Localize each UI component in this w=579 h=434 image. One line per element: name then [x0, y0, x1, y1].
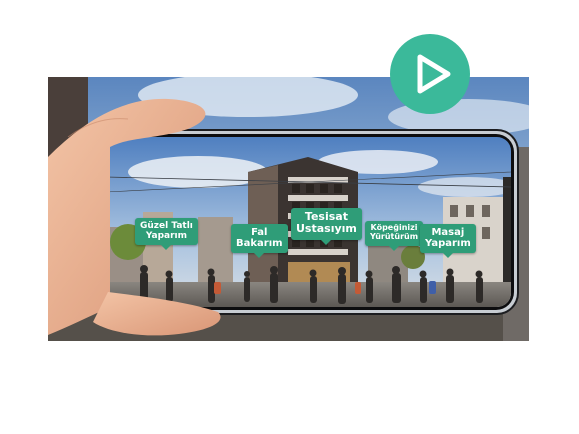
- scene-illustration: [48, 77, 529, 341]
- ar-tag-dog-walker: Köpeğinizi Yürütürüm: [365, 221, 424, 251]
- ar-tag-line: Yürütürüm: [370, 231, 419, 241]
- ar-tag-massage: Masaj Yaparım: [420, 224, 476, 259]
- video-thumbnail[interactable]: Güzel Tatlı Yaparım Fal Bakarım Tesisat …: [0, 0, 579, 434]
- ar-tag-line: Yaparım: [425, 238, 471, 250]
- ar-tag-plumber: Tesisat Ustasıyım: [291, 208, 362, 245]
- ar-tag-line: Ustasıyım: [296, 222, 357, 236]
- ar-tag-line: Fal: [251, 227, 268, 238]
- ar-tag-line: Güzel Tatlı: [140, 221, 193, 231]
- ar-tag-line: Yaparım: [145, 231, 188, 242]
- play-icon: [390, 34, 470, 114]
- play-button[interactable]: [390, 34, 470, 114]
- ar-tag-line: Bakarım: [236, 238, 283, 250]
- ar-street-scene-image: Güzel Tatlı Yaparım Fal Bakarım Tesisat …: [48, 77, 529, 341]
- ar-tag-fortune: Fal Bakarım: [231, 224, 288, 259]
- ar-tag-line: Masaj: [431, 227, 465, 238]
- ar-tag-dessert: Güzel Tatlı Yaparım: [135, 218, 198, 251]
